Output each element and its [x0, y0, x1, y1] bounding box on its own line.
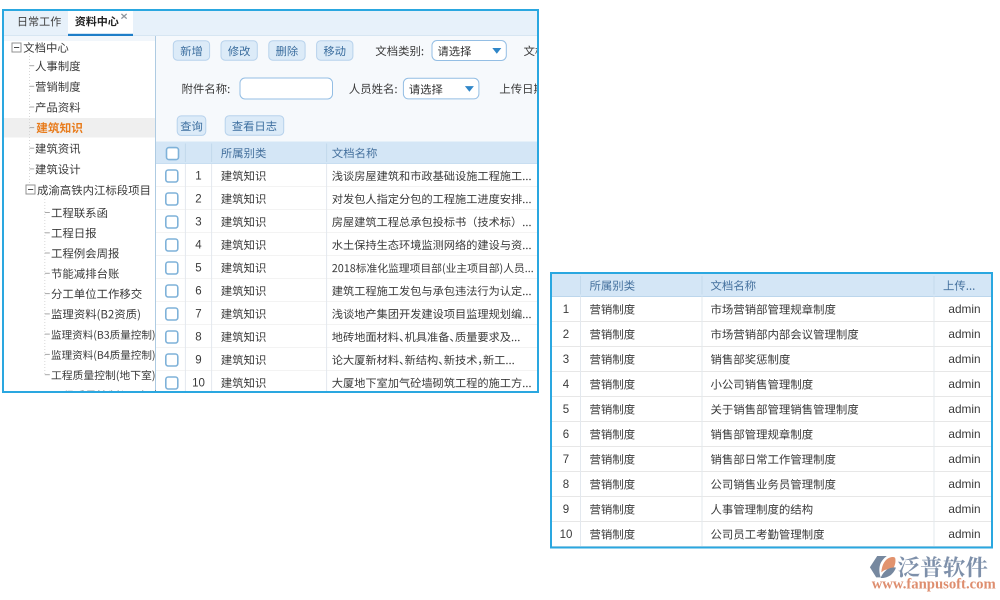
svg-text:4: 4 [563, 379, 570, 391]
svg-text:admin: admin [948, 402, 980, 416]
svg-text:admin: admin [948, 327, 980, 341]
svg-text:5: 5 [195, 263, 201, 275]
svg-text:4: 4 [195, 240, 202, 252]
svg-text:6: 6 [563, 429, 569, 441]
svg-text:7: 7 [563, 454, 569, 466]
svg-text:9: 9 [563, 504, 569, 516]
svg-text:2: 2 [563, 329, 569, 341]
svg-text:10: 10 [560, 529, 573, 541]
svg-text:www.fanpusoft.com: www.fanpusoft.com [872, 576, 996, 592]
svg-text:admin: admin [948, 377, 980, 391]
svg-text:1: 1 [195, 171, 201, 183]
svg-text:1: 1 [563, 304, 569, 316]
svg-text:admin: admin [948, 302, 980, 316]
svg-text:admin: admin [948, 527, 980, 541]
svg-text:admin: admin [948, 427, 980, 441]
svg-text:admin: admin [948, 452, 980, 466]
svg-text:9: 9 [195, 355, 201, 367]
svg-text:5: 5 [563, 404, 569, 416]
svg-text:6: 6 [195, 286, 201, 298]
svg-text:2: 2 [195, 194, 201, 206]
svg-text:admin: admin [948, 477, 980, 491]
svg-text:admin: admin [948, 502, 980, 516]
svg-text:10: 10 [192, 378, 205, 390]
svg-text:admin: admin [948, 352, 980, 366]
svg-text:3: 3 [195, 217, 201, 229]
svg-text:3: 3 [563, 354, 569, 366]
svg-text:7: 7 [195, 309, 201, 321]
svg-text:8: 8 [195, 332, 201, 344]
svg-text:8: 8 [563, 479, 569, 491]
